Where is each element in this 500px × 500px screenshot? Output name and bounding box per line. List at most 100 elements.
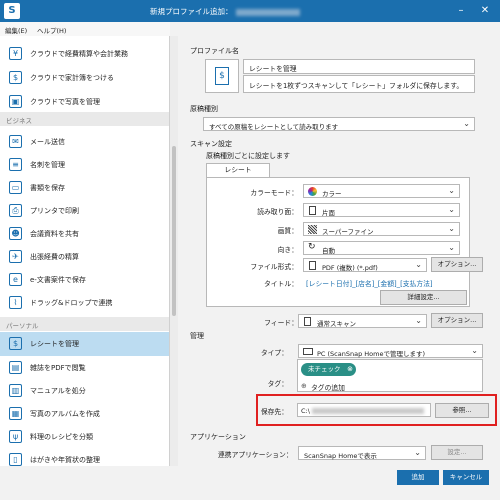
sidebar-item-label: e-文書案件で保存 [30, 276, 86, 284]
feed-icon [304, 317, 311, 326]
tab-receipt[interactable]: レシート [206, 163, 270, 177]
menu-bar: 編集(E) ヘルプ(H) [0, 22, 170, 36]
chevron-down-icon: ⌄ [415, 260, 422, 269]
sidebar-item-household[interactable]: $ クラウドで家計簿をつける [0, 66, 169, 90]
photo-icon: ▣ [9, 95, 22, 108]
album-icon: ▦ [9, 407, 22, 420]
printer-icon: ⎙ [9, 204, 22, 217]
scan-settings-label: スキャン設定 [190, 140, 232, 148]
chevron-down-icon: ⌄ [448, 243, 455, 252]
profile-icon-button[interactable]: $ [205, 59, 239, 93]
feed-value: 通常スキャン [317, 320, 356, 328]
feed-options-button[interactable]: オプション... [431, 313, 483, 328]
fork-knife-icon: ψ [9, 430, 22, 443]
profile-template-sidebar: ¥ クラウドで経費精算や会計業務 $ クラウドで家計簿をつける ▣ クラウドで写… [0, 36, 170, 466]
redacted-path [312, 408, 424, 414]
chevron-down-icon: ⌄ [448, 224, 455, 233]
profile-description-input[interactable]: レシートを1枚ずつスキャンして「レシート」フォルダに保存します。 [243, 75, 475, 93]
rotation-dropdown[interactable]: ↻ 自動 ⌄ [303, 241, 460, 255]
resolution-icon [308, 225, 317, 234]
file-format-value: PDF (複数) (*.pdf) [322, 264, 378, 272]
title-bar: S 新規プロファイル追加： – ✕ [0, 0, 500, 22]
profile-name-input[interactable]: レシートを管理 [243, 59, 475, 74]
add-button[interactable]: 追加 [397, 470, 439, 485]
sidebar-item-travel-expense[interactable]: ✈ 出張経費の精算 [0, 245, 169, 269]
tags-label: タグ： [267, 380, 288, 388]
feed-label: フィード： [264, 319, 298, 327]
sidebar-item-label: はがきや年賀状の整理 [30, 456, 100, 464]
file-icon [309, 261, 316, 270]
sidebar-item-label: 出張経費の精算 [30, 253, 79, 261]
save-to-path-input[interactable]: C:\ [297, 403, 431, 417]
title-format-value[interactable]: [レシート日付]_[店名]_[金額]_[支払方法] [306, 278, 433, 288]
linked-app-value: ScanSnap Homeで表示 [304, 452, 377, 460]
window-title: 新規プロファイル追加： [150, 6, 300, 17]
sidebar-item-expense[interactable]: ¥ クラウドで経費精算や会計業務 [0, 42, 169, 66]
remove-tag-icon[interactable]: ⊗ [347, 363, 353, 376]
color-mode-label: カラーモード： [250, 189, 298, 197]
close-button[interactable]: ✕ [476, 3, 494, 19]
application-label: アプリケーション [190, 433, 246, 441]
type-dropdown[interactable]: PC (ScanSnap Homeで管理します) ⌄ [298, 344, 483, 358]
business-card-icon: ≡ [9, 158, 22, 171]
redacted-title-text [235, 8, 300, 16]
sidebar-item-print[interactable]: ⎙ プリンタで印刷 [0, 199, 169, 223]
sidebar-item-magazine[interactable]: ▤ 雑誌をPDFで閲覧 [0, 356, 169, 380]
sidebar-item-postcard[interactable]: ▯ はがきや年賀状の整理 [0, 448, 169, 466]
cancel-button[interactable]: キャンセル [443, 470, 489, 485]
scan-side-dropdown[interactable]: 片面 ⌄ [303, 203, 460, 217]
sidebar-item-drag-drop[interactable]: ⌇ ドラッグ&ドロップで連携 [0, 291, 169, 315]
sidebar-item-receipt[interactable]: $ レシートを管理 [0, 332, 169, 356]
receipt-icon: $ [215, 67, 229, 85]
sidebar-item-mail[interactable]: ✉ メール送信 [0, 130, 169, 154]
tag-chip-unchecked[interactable]: 未チェック ⊗ [301, 363, 356, 376]
sidebar-item-share-meeting[interactable]: ☻ 会議資料を共有 [0, 222, 169, 246]
menu-edit[interactable]: 編集(E) [5, 25, 27, 35]
people-icon: ☻ [9, 227, 22, 240]
profile-name-value: レシートを管理 [249, 65, 297, 73]
chevron-down-icon: ⌄ [448, 186, 455, 195]
household-ledger-icon: $ [9, 71, 22, 84]
chevron-down-icon: ⌄ [463, 119, 470, 128]
sidebar-item-e-document[interactable]: e e-文書案件で保存 [0, 268, 169, 292]
file-format-dropdown[interactable]: PDF (複数) (*.pdf) ⌄ [303, 258, 427, 272]
feed-dropdown[interactable]: 通常スキャン ⌄ [298, 314, 427, 328]
mail-icon: ✉ [9, 135, 22, 148]
doc-type-dropdown[interactable]: すべての原稿をレシートとして読み取ります ⌄ [203, 117, 475, 131]
color-mode-dropdown[interactable]: カラー ⌄ [303, 184, 460, 198]
doc-type-label: 原稿種別 [190, 105, 218, 113]
sidebar-item-label: レシートを管理 [30, 340, 79, 348]
sidebar-item-label: 料理のレシピを分類 [30, 433, 93, 441]
minimize-button[interactable]: – [452, 3, 470, 19]
browse-button[interactable]: 参照... [435, 403, 489, 418]
menu-help[interactable]: ヘルプ(H) [37, 25, 66, 35]
paperclip-icon: ⌇ [9, 296, 22, 309]
sidebar-item-business-card[interactable]: ≡ 名刺を管理 [0, 153, 169, 177]
image-quality-dropdown[interactable]: スーパーファイン ⌄ [303, 222, 460, 236]
sidebar-item-label: 会議資料を共有 [30, 230, 79, 238]
sidebar-item-label: プリンタで印刷 [30, 207, 79, 215]
sidebar-item-save-documents[interactable]: ▭ 書類を保存 [0, 176, 169, 200]
linked-app-dropdown[interactable]: ScanSnap Homeで表示 ⌄ [298, 446, 426, 460]
file-format-options-button[interactable]: オプション... [431, 257, 483, 272]
image-quality-value: スーパーファイン [322, 228, 374, 236]
add-tag-link[interactable]: タグの追加 [311, 382, 345, 392]
detail-settings-button[interactable]: 詳細設定... [380, 290, 467, 305]
add-tag-icon[interactable]: ⊕ [301, 382, 307, 390]
sidebar-item-recipe[interactable]: ψ 料理のレシピを分類 [0, 425, 169, 449]
linked-app-label: 連携アプリケーション： [218, 451, 293, 459]
section-label: パーソナル [6, 322, 39, 330]
doc-type-value: すべての原稿をレシートとして読み取ります [209, 123, 339, 131]
single-side-icon [309, 206, 316, 215]
scrollbar-thumb[interactable] [172, 146, 176, 316]
e-document-icon: e [9, 273, 22, 286]
sidebar-item-label: クラウドで経費精算や会計業務 [30, 50, 128, 58]
sidebar-item-label: メール送信 [30, 138, 65, 146]
sidebar-item-album[interactable]: ▦ 写真のアルバムを作成 [0, 402, 169, 426]
profile-description-value: レシートを1枚ずつスキャンして「レシート」フォルダに保存します。 [249, 82, 464, 90]
chevron-down-icon: ⌄ [471, 346, 478, 355]
sidebar-item-photo[interactable]: ▣ クラウドで写真を管理 [0, 90, 169, 114]
sidebar-item-manual[interactable]: ▥ マニュアルを処分 [0, 379, 169, 403]
sidebar-scrollbar[interactable] [170, 36, 178, 466]
app-settings-button[interactable]: 設定... [431, 445, 483, 460]
